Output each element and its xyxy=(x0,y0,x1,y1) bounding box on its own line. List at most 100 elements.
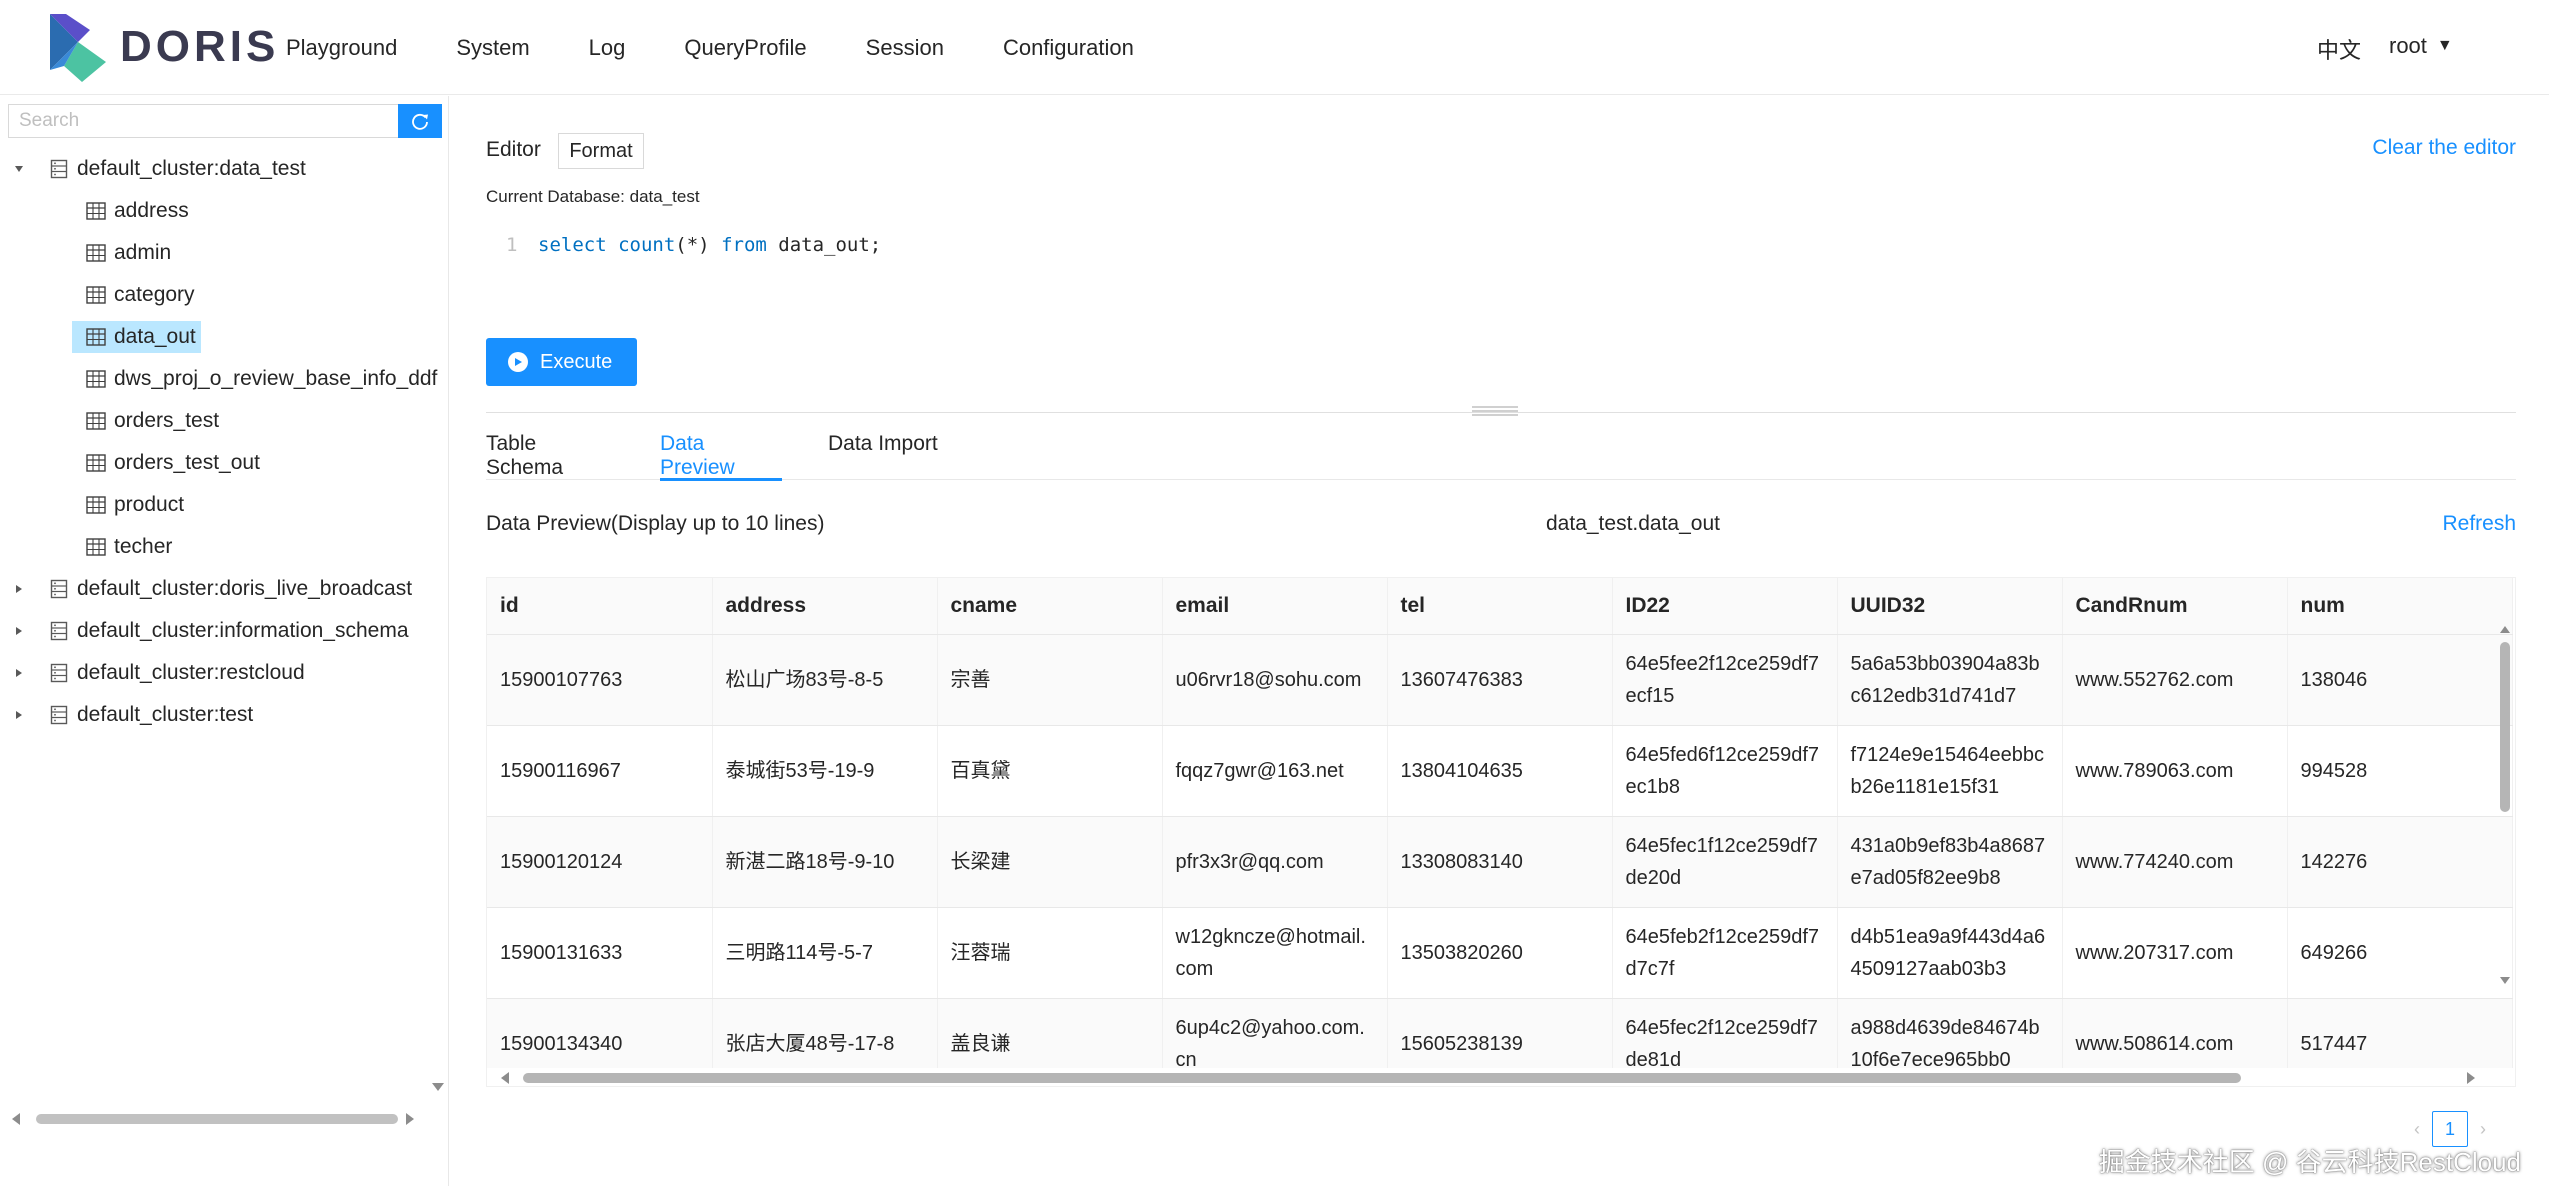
table-vscroll-thumb[interactable] xyxy=(2500,642,2510,812)
column-header[interactable]: num xyxy=(2287,578,2513,635)
table-cell: 13804104635 xyxy=(1387,725,1613,817)
table-icon xyxy=(86,538,106,556)
database-icon xyxy=(50,159,68,179)
tab-data-import[interactable]: Data Import xyxy=(828,432,940,480)
scroll-left-arrow-icon[interactable] xyxy=(499,1071,511,1085)
table-icon xyxy=(86,454,106,472)
tree-item-label: orders_test_out xyxy=(114,451,260,474)
table-hscroll-thumb[interactable] xyxy=(523,1073,2241,1083)
format-button[interactable]: Format xyxy=(558,133,644,169)
table-cell: pfr3x3r@qq.com xyxy=(1162,816,1388,908)
sql-text: data_out; xyxy=(766,234,882,256)
search-input[interactable] xyxy=(8,104,398,138)
column-header[interactable]: address xyxy=(712,578,938,635)
table-cell: 13503820260 xyxy=(1387,907,1613,999)
column-header[interactable]: email xyxy=(1162,578,1388,635)
table-icon xyxy=(86,244,106,262)
tree-item-label: category xyxy=(114,283,195,306)
column-header[interactable]: cname xyxy=(937,578,1163,635)
tree-table-item[interactable]: orders_test_out xyxy=(0,442,445,484)
table-cell: 汪蓉瑞 xyxy=(937,907,1163,999)
refresh-tree-button[interactable] xyxy=(398,104,442,138)
tree-table-item[interactable]: orders_test xyxy=(0,400,445,442)
database-icon xyxy=(50,579,68,599)
sidebar-horizontal-scrollbar[interactable] xyxy=(8,1109,418,1129)
language-switch[interactable]: 中文 xyxy=(2317,33,2361,65)
play-icon xyxy=(508,352,528,372)
caret-right-icon[interactable] xyxy=(12,666,26,680)
prev-page-icon[interactable]: ‹ xyxy=(2414,1119,2420,1140)
scroll-left-arrow-icon[interactable] xyxy=(10,1112,22,1126)
watermark: 掘金技术社区 @ 谷云科技RestCloud xyxy=(2098,1147,2521,1177)
sidebar-scroll-thumb[interactable] xyxy=(36,1114,398,1124)
tree-item-label: default_cluster:restcloud xyxy=(77,661,305,684)
scroll-right-arrow-icon[interactable] xyxy=(404,1112,416,1126)
tab-table-schema[interactable]: Table Schema xyxy=(486,432,614,480)
table-cell: 13308083140 xyxy=(1387,816,1613,908)
active-tab-indicator xyxy=(660,478,782,481)
table-cell: www.552762.com xyxy=(2062,634,2288,726)
tree-item-label: default_cluster:doris_live_broadcast xyxy=(77,577,413,600)
next-page-icon[interactable]: › xyxy=(2480,1119,2486,1140)
tree-database-item[interactable]: default_cluster:restcloud xyxy=(0,652,445,694)
refresh-link[interactable]: Refresh xyxy=(2442,512,2516,536)
scroll-down-arrow-icon[interactable] xyxy=(430,1081,446,1093)
tree-database-item[interactable]: default_cluster:information_schema xyxy=(0,610,445,652)
scroll-right-arrow-icon[interactable] xyxy=(2465,1071,2477,1085)
table-row[interactable]: 15900107763 松山广场83号-8-5 宗善 u06rvr18@sohu.co… xyxy=(487,634,2513,726)
doris-logo[interactable] xyxy=(46,10,110,84)
user-menu[interactable]: root ▼ xyxy=(2389,33,2453,59)
brand-name: DORIS xyxy=(120,22,280,71)
sql-editor[interactable]: 1 select count(*) from data_out; xyxy=(486,234,881,264)
execute-button[interactable]: Execute xyxy=(486,338,637,386)
scroll-up-arrow-icon[interactable] xyxy=(2499,624,2511,634)
nav-log[interactable]: Log xyxy=(589,35,626,61)
database-tree: default_cluster:data_test address admin cat… xyxy=(0,148,445,736)
resize-handle-icon[interactable] xyxy=(1472,406,1518,416)
nav-session[interactable]: Session xyxy=(866,35,944,61)
tree-table-item[interactable]: admin xyxy=(0,232,445,274)
tree-database-item[interactable]: default_cluster:doris_live_broadcast xyxy=(0,568,445,610)
tree-item-label: default_cluster:test xyxy=(77,703,254,726)
table-row[interactable]: 15900131633 三明路114号-5-7 汪蓉瑞 w12gkncze@hotma… xyxy=(487,907,2513,999)
tree-database-item[interactable]: default_cluster:data_test xyxy=(0,148,445,190)
tree-table-item[interactable]: product xyxy=(0,484,445,526)
nav-playground[interactable]: Playground xyxy=(286,35,397,61)
tree-database-item[interactable]: default_cluster:test xyxy=(0,694,445,736)
tree-table-item[interactable]: techer xyxy=(0,526,445,568)
column-header[interactable]: UUID32 xyxy=(1837,578,2063,635)
tree-item-label: data_out xyxy=(114,325,196,348)
table-row[interactable]: 15900120124 新湛二路18号-9-10 长梁建 pfr3x3r@qq.com… xyxy=(487,816,2513,908)
caret-right-icon[interactable] xyxy=(12,582,26,596)
table-cell: 百真黛 xyxy=(937,725,1163,817)
column-header[interactable]: id xyxy=(487,578,713,635)
sql-keyword: from xyxy=(721,234,767,256)
tree-table-item[interactable]: address xyxy=(0,190,445,232)
column-header[interactable]: ID22 xyxy=(1612,578,1838,635)
table-row[interactable]: 15900116967 泰城街53号-19-9 百真黛 fqqz7gwr@163.ne… xyxy=(487,725,2513,817)
sql-keyword: count xyxy=(618,234,676,256)
table-icon xyxy=(86,370,106,388)
table-icon xyxy=(86,412,106,430)
table-cell: www.207317.com xyxy=(2062,907,2288,999)
caret-down-icon[interactable] xyxy=(12,162,26,176)
table-horizontal-scrollbar[interactable] xyxy=(487,1068,2513,1086)
caret-right-icon[interactable] xyxy=(12,624,26,638)
result-tabs: Table Schema Data Preview Data Import xyxy=(486,432,2516,481)
sql-code[interactable]: select count(*) from data_out; xyxy=(538,234,881,264)
table-cell: 15900107763 xyxy=(487,634,713,726)
editor-label: Editor xyxy=(486,138,541,161)
nav-configuration[interactable]: Configuration xyxy=(1003,35,1134,61)
tree-table-item[interactable]: category xyxy=(0,274,445,316)
caret-right-icon[interactable] xyxy=(12,708,26,722)
tab-data-preview[interactable]: Data Preview xyxy=(660,432,782,481)
tree-table-item[interactable]: dws_proj_o_review_base_info_ddf xyxy=(0,358,445,400)
nav-queryprofile[interactable]: QueryProfile xyxy=(684,35,806,61)
column-header[interactable]: CandRnum xyxy=(2062,578,2288,635)
scroll-down-arrow-icon[interactable] xyxy=(2499,976,2511,986)
clear-editor-link[interactable]: Clear the editor xyxy=(2372,136,2516,160)
nav-system[interactable]: System xyxy=(456,35,529,61)
column-header[interactable]: tel xyxy=(1387,578,1613,635)
tree-table-item[interactable]: data_out xyxy=(0,316,445,358)
